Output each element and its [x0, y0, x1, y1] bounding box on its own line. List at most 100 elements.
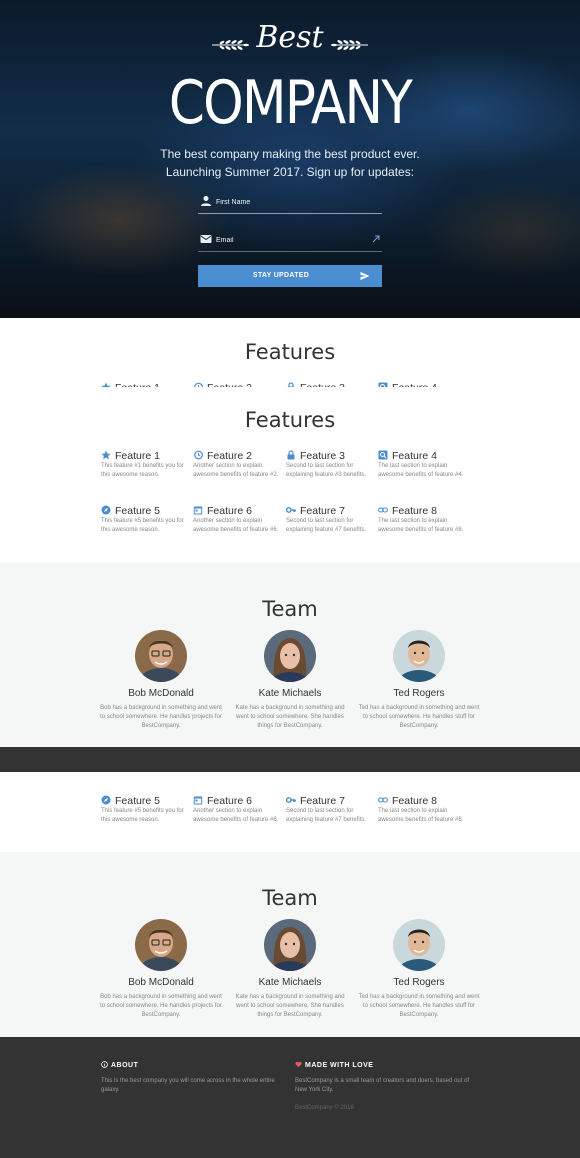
member-name: Ted Rogers: [393, 688, 445, 699]
feature-title: Feature 3: [300, 450, 345, 462]
footer-copyright: BestCompany © 2016: [295, 1105, 354, 1111]
team-title: Team: [262, 597, 318, 621]
feature-description: Second to last section for explaining fe…: [286, 518, 367, 533]
dark-band: [0, 747, 580, 772]
hero-title: COMPANY: [168, 68, 413, 138]
heart-icon: [295, 1061, 302, 1068]
member-bio: Bob has a background in something and we…: [100, 705, 222, 729]
features-title: Features: [244, 408, 336, 432]
key-icon: [286, 507, 296, 513]
history-icon: [194, 382, 203, 387]
lock-icon: [287, 450, 295, 460]
feature-description: The last section to explain awesome bene…: [378, 518, 464, 533]
arrow-diagonal-icon: [372, 235, 380, 243]
feature-title: Feature 3: [300, 382, 345, 387]
first-name-field: [198, 192, 382, 214]
feature-description: The last section to explain awesome bene…: [378, 463, 464, 478]
feature-description: Another section to explain awesome benef…: [193, 808, 279, 823]
feature-title: Feature 1: [115, 450, 160, 462]
features-clipped-row: Feature 1 Feature 2 Feature 3 Feature 4: [0, 375, 580, 387]
hero-section: Best COMPANY The best company making the…: [0, 0, 580, 318]
avatar: [135, 630, 187, 682]
features-title-clipped: Features: [244, 340, 336, 364]
calendar-icon: [193, 506, 203, 515]
feature-title: Feature 6: [207, 795, 252, 807]
member-name: Bob McDonald: [128, 977, 194, 988]
footer-love-title: MADE WITH LOVE: [305, 1062, 374, 1069]
hero-script-title: Best: [256, 20, 324, 55]
person-icon: [201, 196, 211, 206]
search-icon: [378, 450, 388, 460]
hero-tagline-line2: Launching Summer 2017. Sign up for updat…: [165, 165, 415, 179]
team-member: Ted Rogers Ted has a background in somet…: [358, 919, 480, 1020]
team-title: Team: [262, 886, 318, 910]
feature-title: Feature 4: [392, 450, 437, 462]
send-icon: [360, 272, 370, 280]
team-member: Kate Michaels Kate has a background in s…: [229, 919, 351, 1020]
footer-love: MADE WITH LOVE BestCompany is a small te…: [295, 1061, 477, 1111]
member-name: Bob McDonald: [128, 688, 194, 699]
avatar: [393, 630, 445, 682]
feature-title: Feature 8: [392, 795, 437, 807]
feature-description: This feature #5 benefits you for this aw…: [101, 808, 184, 823]
email-field: [198, 230, 382, 252]
lock-icon: [287, 382, 295, 387]
feature-title: Feature 4: [392, 382, 437, 387]
team-member: Ted Rogers Ted has a background in somet…: [358, 630, 480, 731]
stay-updated-button[interactable]: STAY UPDATED: [198, 265, 382, 287]
feature-description: Another section to explain awesome benef…: [193, 463, 279, 478]
footer: ABOUT This is the best company you will …: [0, 1037, 580, 1158]
calendar-icon: [193, 796, 203, 805]
stay-updated-label: STAY UPDATED: [252, 272, 310, 279]
feature-description: Second to last section for explaining fe…: [286, 463, 367, 478]
mail-icon: [200, 235, 212, 243]
member-bio: Kate has a background in something and w…: [235, 994, 345, 1018]
feature-title: Feature 8: [392, 505, 437, 517]
link-icon: [378, 507, 388, 513]
star-icon: [101, 382, 111, 387]
footer-love-text: BestCompany is a small team of creators …: [295, 1078, 470, 1093]
avatar: [264, 630, 316, 682]
avatar: [393, 919, 445, 971]
feature-title: Feature 7: [300, 505, 345, 517]
key-icon: [286, 797, 296, 803]
team-member: Bob McDonald Bob has a background in som…: [100, 919, 222, 1020]
feature-title: Feature 5: [115, 505, 160, 517]
member-bio: Ted has a background in something and we…: [358, 994, 480, 1018]
feature-title: Feature 7: [300, 795, 345, 807]
link-icon: [378, 797, 388, 803]
team-member: Kate Michaels Kate has a background in s…: [229, 630, 351, 731]
feature-title: Feature 5: [115, 795, 160, 807]
member-bio: Kate has a background in something and w…: [235, 705, 345, 729]
star-icon: [101, 450, 111, 460]
feature-description: Second to last section for explaining fe…: [286, 808, 367, 823]
feature-title: Feature 2: [207, 382, 252, 387]
team-member: Bob McDonald Bob has a background in som…: [100, 630, 222, 731]
footer-about-title: ABOUT: [111, 1062, 139, 1069]
footer-about: ABOUT This is the best company you will …: [101, 1061, 283, 1095]
feature-title: Feature 1: [115, 382, 160, 387]
explore-icon: [101, 505, 111, 515]
info-icon: [101, 1061, 108, 1068]
hero-tagline-line1: The best company making the best product…: [160, 147, 420, 161]
member-name: Kate Michaels: [258, 977, 322, 988]
history-icon: [194, 450, 203, 460]
feature-description: The last section to explain awesome bene…: [378, 808, 464, 823]
footer-about-text: This is the best company you will come a…: [101, 1078, 275, 1093]
feature-title: Feature 2: [207, 450, 252, 462]
member-bio: Ted has a background in something and we…: [358, 705, 480, 729]
feature-title: Feature 6: [207, 505, 252, 517]
laurel-right-icon: [331, 40, 368, 50]
feature-description: This feature #1 benefits you for this aw…: [101, 463, 184, 478]
email-input[interactable]: [216, 232, 366, 248]
first-name-input[interactable]: [216, 194, 366, 210]
feature-description: Another section to explain awesome benef…: [193, 518, 279, 533]
explore-icon: [101, 795, 111, 805]
search-icon: [378, 382, 388, 387]
member-bio: Bob has a background in something and we…: [100, 994, 222, 1018]
feature-description: This feature #5 benefits you for this aw…: [101, 518, 184, 533]
avatar: [264, 919, 316, 971]
avatar: [135, 919, 187, 971]
member-name: Kate Michaels: [258, 688, 322, 699]
member-name: Ted Rogers: [393, 977, 445, 988]
